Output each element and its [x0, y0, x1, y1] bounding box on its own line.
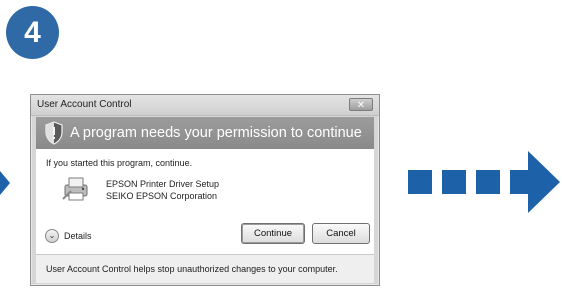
- footer-text: User Account Control helps stop unauthor…: [46, 264, 338, 274]
- step-number: 4: [24, 15, 41, 49]
- close-icon: ✕: [356, 100, 366, 111]
- window-title: User Account Control: [37, 99, 132, 110]
- step-number-badge: 4: [6, 6, 59, 59]
- continue-button-label: Continue: [253, 228, 293, 239]
- program-name: EPSON Printer Driver Setup: [106, 179, 220, 189]
- arrow-dot: [442, 170, 466, 194]
- arrow-head: [528, 151, 560, 213]
- dialog-header: A program needs your permission to conti…: [36, 117, 374, 149]
- previous-step-arrow-icon: [0, 171, 10, 195]
- shield-icon: [45, 121, 63, 145]
- dialog-heading: A program needs your permission to conti…: [70, 125, 362, 141]
- uac-dialog: User Account Control ✕ A program needs y…: [30, 94, 380, 286]
- cancel-button[interactable]: Cancel: [312, 223, 370, 244]
- title-bar: User Account Control ✕: [31, 95, 379, 116]
- arrow-dot: [476, 170, 500, 194]
- cancel-button-label: Cancel: [326, 228, 356, 239]
- printer-setup-icon: [62, 177, 88, 201]
- arrow-dot: [408, 170, 432, 194]
- continue-button[interactable]: Continue: [241, 223, 305, 244]
- dialog-footer: User Account Control helps stop unauthor…: [36, 254, 374, 283]
- details-toggle[interactable]: ⌄ Details: [45, 228, 92, 244]
- program-publisher: SEIKO EPSON Corporation: [106, 191, 218, 201]
- details-label: Details: [64, 231, 92, 241]
- chevron-down-icon: ⌄: [45, 229, 59, 243]
- intro-text: If you started this program, continue.: [46, 158, 193, 168]
- dialog-content: If you started this program, continue. E…: [36, 149, 374, 254]
- next-step-arrow-icon: [408, 151, 560, 213]
- close-button[interactable]: ✕: [349, 98, 373, 111]
